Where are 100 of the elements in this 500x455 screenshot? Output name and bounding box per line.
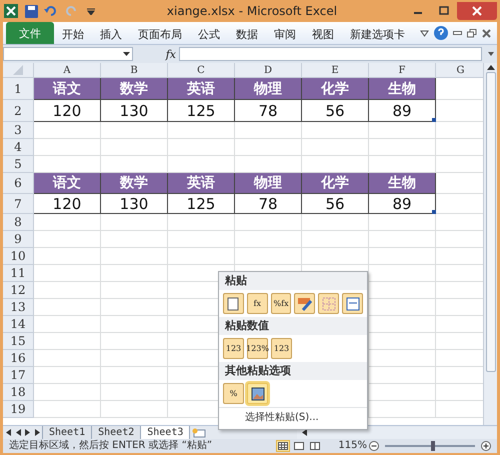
row-header[interactable]: 14	[3, 316, 34, 333]
paste-option-button[interactable]	[294, 293, 316, 314]
header-cell: 生物	[369, 78, 436, 100]
row-header[interactable]: 11	[3, 265, 34, 282]
column-header[interactable]: F	[369, 63, 436, 78]
zoom-in-icon[interactable]	[481, 441, 491, 451]
column-header[interactable]: A	[34, 63, 101, 78]
ribbon-tab[interactable]: 审阅	[266, 24, 304, 44]
table-cell: 56	[302, 194, 369, 214]
save-icon[interactable]	[23, 3, 39, 19]
row-header[interactable]: 4	[3, 139, 34, 156]
sheet-tab[interactable]: Sheet2	[91, 426, 142, 440]
column-header[interactable]: G	[436, 63, 483, 78]
ribbon-tab[interactable]: 公式	[190, 24, 228, 44]
row-header[interactable]: 17	[3, 367, 34, 384]
ribbon-tab[interactable]: 数据	[228, 24, 266, 44]
close-icon	[472, 6, 482, 16]
sheet-tab[interactable]: Sheet1	[42, 426, 92, 440]
restore-icon[interactable]	[467, 28, 477, 38]
paste-option-button[interactable]	[247, 383, 268, 404]
row-header[interactable]: 13	[3, 299, 34, 316]
excel-logo-icon[interactable]	[3, 3, 19, 19]
row-header[interactable]: 2	[3, 100, 34, 122]
table-cell: 130	[101, 100, 168, 122]
row-header[interactable]: 8	[3, 214, 34, 231]
paste-option-button[interactable]: fx	[246, 293, 268, 314]
paste-option-button[interactable]	[342, 293, 363, 314]
row-header[interactable]: 5	[3, 156, 34, 173]
ribbon-tab[interactable]: 新建选项卡	[342, 24, 413, 44]
insert-sheet-icon[interactable]	[190, 426, 208, 438]
grid-icon	[322, 296, 336, 310]
column-header[interactable]: C	[168, 63, 235, 78]
ribbon-tab[interactable]: 开始	[54, 24, 92, 44]
paste-option-button[interactable]: 123	[271, 338, 292, 359]
header-cell: 化学	[302, 173, 369, 194]
file-tab[interactable]: 文件	[6, 22, 54, 44]
formula-input[interactable]	[179, 47, 482, 61]
paste-option-button[interactable]: 123%	[247, 338, 268, 359]
menu-section-title: 粘贴	[219, 272, 367, 290]
table-cell: 78	[235, 100, 302, 122]
row-header[interactable]: 18	[3, 384, 34, 401]
header-cell: 物理	[235, 173, 302, 194]
normal-view-button[interactable]	[276, 440, 290, 452]
header-cell: 物理	[235, 78, 302, 100]
menu-section-title: 粘贴数值	[219, 317, 367, 335]
table-cell: 56	[302, 100, 369, 122]
column-header[interactable]: B	[101, 63, 168, 78]
table-cell: 120	[34, 100, 101, 122]
column-header[interactable]: E	[302, 63, 369, 78]
row-header[interactable]: 7	[3, 194, 34, 214]
table-cell: 125	[168, 100, 235, 122]
column-width-icon	[346, 296, 360, 310]
brush-icon	[296, 296, 313, 310]
header-cell: 生物	[369, 173, 436, 194]
paste-option-button[interactable]: %fx	[270, 293, 292, 314]
row-header[interactable]: 12	[3, 282, 34, 299]
row-header[interactable]: 3	[3, 122, 34, 139]
minimize-icon[interactable]	[453, 30, 462, 36]
row-header[interactable]: 19	[3, 401, 34, 418]
header-cell: 语文	[34, 78, 101, 100]
paste-option-button[interactable]: %	[223, 383, 244, 404]
zoom-thumb[interactable]	[430, 441, 435, 451]
zoom-out-icon[interactable]	[369, 441, 379, 451]
close-icon[interactable]	[482, 28, 491, 38]
vertical-scrollbar[interactable]	[483, 63, 497, 425]
insert-function-label[interactable]: fx	[136, 48, 176, 60]
page-break-button[interactable]	[308, 440, 322, 452]
table-cell: 125	[168, 194, 235, 214]
header-cell: 数学	[101, 173, 168, 194]
help-icon[interactable]	[434, 26, 448, 40]
close-button[interactable]	[457, 2, 497, 20]
scroll-up-icon[interactable]	[486, 65, 494, 70]
picture-icon	[250, 386, 264, 400]
ribbon-tab[interactable]: 视图	[304, 24, 342, 44]
page-icon	[227, 296, 240, 310]
paste-option-button[interactable]: 123	[223, 338, 244, 359]
row-header[interactable]: 10	[3, 248, 34, 265]
page-layout-button[interactable]	[292, 440, 306, 452]
paste-special-item[interactable]: 选择性粘贴(S)...	[219, 407, 367, 429]
row-header[interactable]: 1	[3, 78, 34, 100]
table-cell: 130	[101, 194, 168, 214]
scroll-left-icon[interactable]	[301, 429, 307, 436]
row-header[interactable]: 15	[3, 333, 34, 350]
ribbon-tab[interactable]: 插入	[92, 24, 130, 44]
row-header[interactable]: 16	[3, 350, 34, 367]
sheet-tab[interactable]: Sheet3	[140, 426, 190, 440]
column-header[interactable]: D	[235, 63, 302, 78]
table-cell: 89	[369, 100, 436, 122]
ribbon-tab[interactable]: 页面布局	[130, 24, 190, 44]
maximize-icon[interactable]	[439, 6, 449, 16]
header-cell: 英语	[168, 173, 235, 194]
table-cell: 120	[34, 194, 101, 214]
table-cell: 78	[235, 194, 302, 214]
zoom-level[interactable]: 115%	[338, 440, 367, 452]
row-header[interactable]: 6	[3, 173, 34, 194]
paste-option-button[interactable]	[223, 293, 244, 314]
collapse-caret-icon[interactable]	[420, 30, 429, 36]
header-cell: 数学	[101, 78, 168, 100]
row-header[interactable]: 9	[3, 231, 34, 248]
table-cell: 89	[369, 194, 436, 214]
